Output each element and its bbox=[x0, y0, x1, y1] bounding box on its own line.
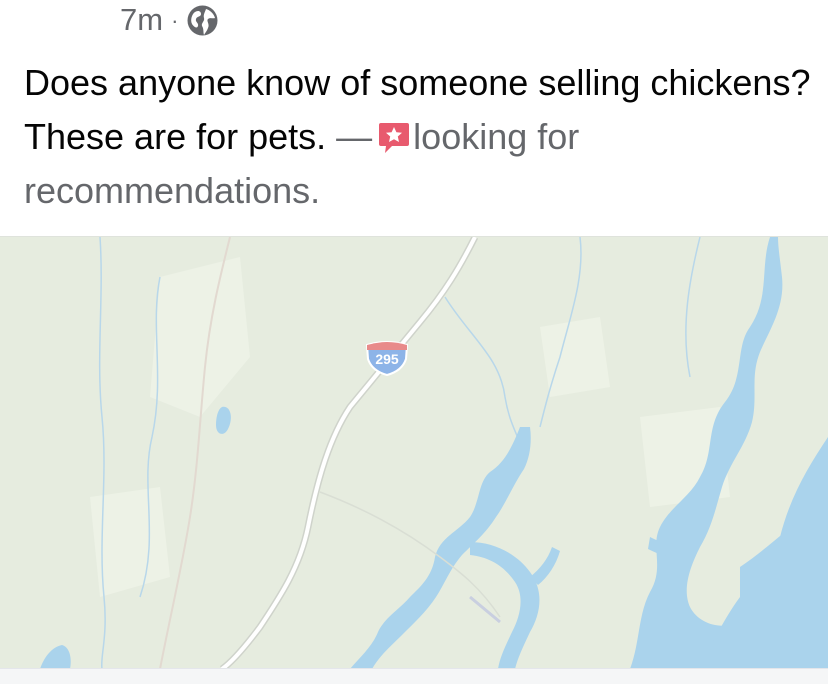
post-meta: 7m · bbox=[120, 0, 219, 40]
globe-icon[interactable] bbox=[186, 4, 219, 37]
highway-shield: 295 bbox=[364, 341, 410, 377]
meta-separator: · bbox=[171, 8, 179, 33]
location-map[interactable]: 295 bbox=[0, 236, 828, 669]
map-land-patch bbox=[540, 317, 610, 397]
post-footer-strip bbox=[0, 668, 828, 684]
star-speech-bubble-icon bbox=[378, 116, 410, 153]
highway-number: 295 bbox=[375, 351, 399, 367]
post-timestamp[interactable]: 7m bbox=[120, 2, 163, 38]
post-body: Does anyone know of someone selling chic… bbox=[24, 56, 814, 218]
activity-dash: — bbox=[336, 116, 373, 157]
